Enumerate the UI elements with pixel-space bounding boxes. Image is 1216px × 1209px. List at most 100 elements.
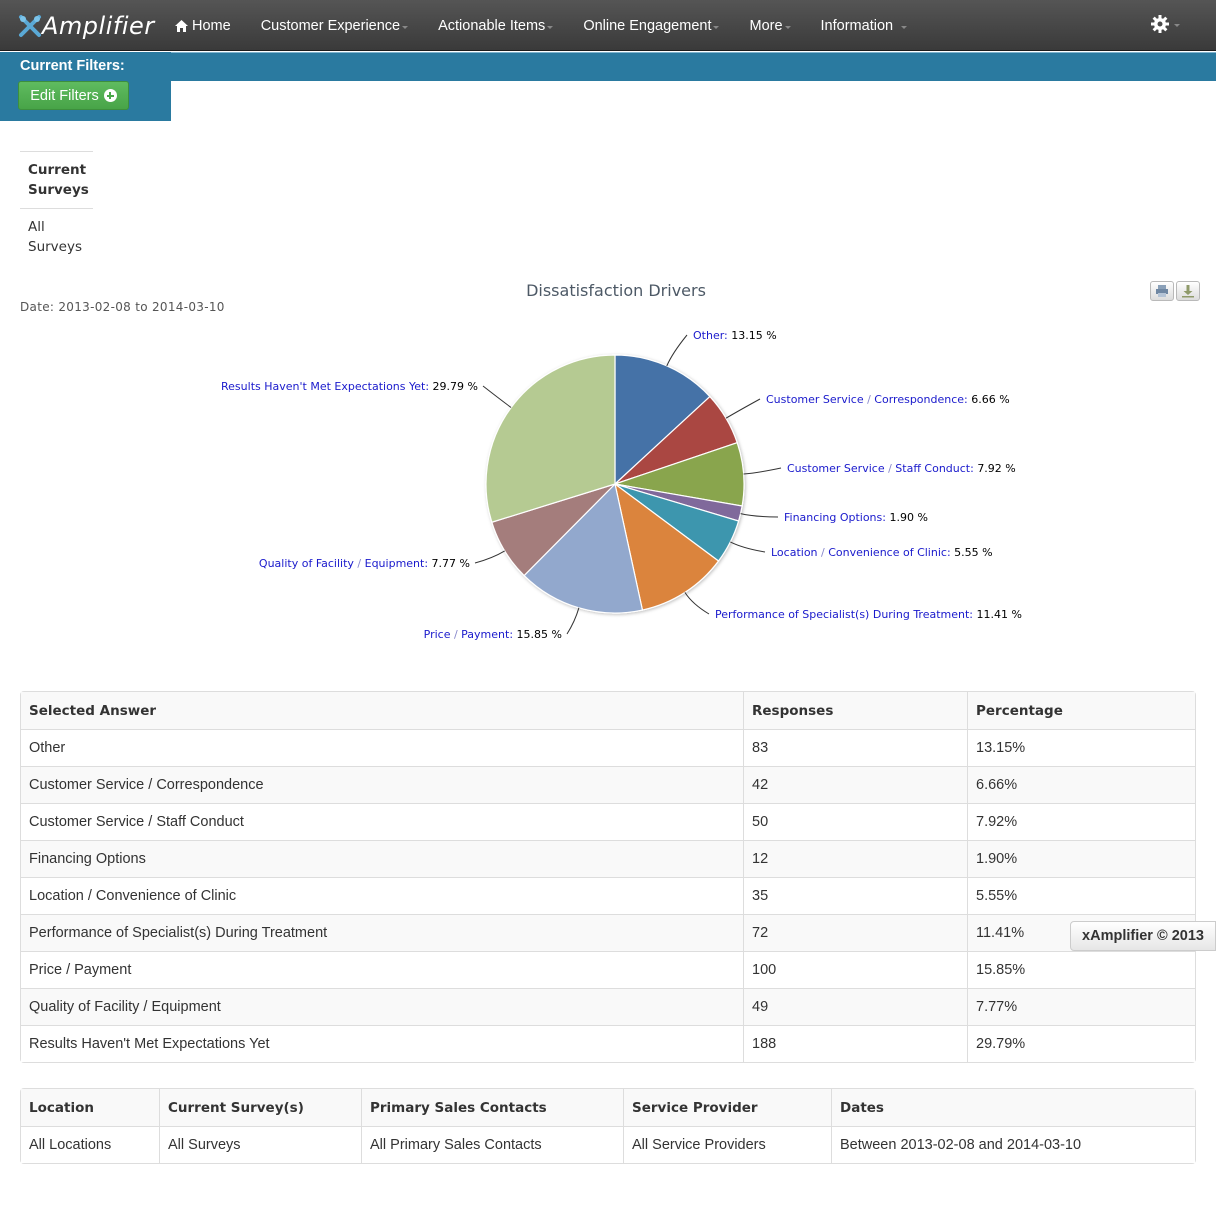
top-navbar: Amplifier Home Customer Experience Actio… bbox=[0, 0, 1216, 51]
pie-label-name: Location bbox=[771, 546, 818, 559]
pie-connector-line bbox=[566, 607, 580, 635]
pie-label-value: 7.77 % bbox=[432, 557, 470, 570]
download-chart-button[interactable] bbox=[1176, 281, 1200, 301]
nav-information-label: Information bbox=[820, 17, 894, 34]
col-header-responses[interactable]: Responses bbox=[743, 692, 967, 729]
pie-label-value: 5.55 % bbox=[954, 546, 992, 559]
current-surveys-value[interactable]: All Surveys bbox=[20, 209, 93, 265]
pie-label-colon: : bbox=[970, 462, 977, 475]
table-row: Performance of Specialist(s) During Trea… bbox=[21, 914, 1195, 951]
col-header-primary-sales-contacts: Primary Sales Contacts bbox=[361, 1089, 623, 1126]
cell-percentage: 15.85% bbox=[967, 951, 1195, 988]
nav-customer-experience[interactable]: Customer Experience bbox=[246, 18, 423, 34]
pie-connector-line bbox=[474, 550, 505, 564]
pie-data-label: Location / Convenience of Clinic: 5.55 % bbox=[771, 546, 993, 559]
cell-answer: Results Haven't Met Expectations Yet bbox=[21, 1025, 743, 1062]
table-row: Price / Payment 100 15.85% bbox=[21, 951, 1195, 988]
x-logo-icon bbox=[19, 15, 41, 37]
col-header-selected-answer[interactable]: Selected Answer bbox=[21, 692, 743, 729]
pie-connector-line bbox=[666, 334, 688, 367]
results-table: Selected Answer Responses Percentage Oth… bbox=[20, 691, 1196, 1063]
cell-percentage: 1.90% bbox=[967, 840, 1195, 877]
col-header-dates: Dates bbox=[831, 1089, 1195, 1126]
cell-percentage: 7.77% bbox=[967, 988, 1195, 1025]
pie-connector-line bbox=[743, 467, 782, 475]
brand-logo[interactable]: Amplifier bbox=[18, 8, 155, 44]
pie-label-separator: / bbox=[864, 393, 875, 406]
pie-connector-line bbox=[684, 592, 710, 615]
nav-actionable-items[interactable]: Actionable Items bbox=[423, 18, 568, 34]
print-chart-button[interactable] bbox=[1150, 281, 1174, 301]
nav-information[interactable]: Information bbox=[806, 18, 923, 34]
cell-responses: 42 bbox=[743, 766, 967, 803]
pie-connector-line bbox=[725, 398, 761, 419]
settings-menu[interactable] bbox=[1150, 14, 1180, 34]
table-row: Other 83 13.15% bbox=[21, 729, 1195, 766]
table-row: Customer Service / Staff Conduct 50 7.92% bbox=[21, 803, 1195, 840]
pie-label-name: Price bbox=[424, 628, 451, 641]
results-header-row: Selected Answer Responses Percentage bbox=[21, 692, 1195, 729]
pie-label-colon: : bbox=[969, 608, 976, 621]
pie-label-name: Performance of Specialist(s) During Trea… bbox=[715, 608, 970, 621]
nav-more[interactable]: More bbox=[734, 18, 805, 34]
cell-answer: Price / Payment bbox=[21, 951, 743, 988]
cell-responses: 49 bbox=[743, 988, 967, 1025]
cell-service-provider: All Service Providers bbox=[623, 1126, 831, 1163]
caret-down-icon bbox=[713, 26, 720, 29]
caret-down-icon bbox=[901, 26, 908, 29]
cell-responses: 50 bbox=[743, 803, 967, 840]
pie-label-colon: : bbox=[425, 380, 432, 393]
pie-label-name: Customer Service bbox=[787, 462, 885, 475]
cell-percentage: 7.92% bbox=[967, 803, 1195, 840]
home-icon bbox=[175, 19, 188, 32]
cell-responses: 100 bbox=[743, 951, 967, 988]
pie-data-label: Other: 13.15 % bbox=[693, 329, 777, 342]
plus-circle-icon bbox=[103, 89, 117, 102]
cell-responses: 72 bbox=[743, 914, 967, 951]
cell-responses: 35 bbox=[743, 877, 967, 914]
pie-data-label: Results Haven't Met Expectations Yet: 29… bbox=[221, 380, 478, 393]
col-header-service-provider: Service Provider bbox=[623, 1089, 831, 1126]
pie-data-label: Quality of Facility / Equipment: 7.77 % bbox=[259, 557, 470, 570]
pie-data-label: Performance of Specialist(s) During Trea… bbox=[715, 608, 1022, 621]
print-icon bbox=[1156, 285, 1168, 297]
cell-answer: Performance of Specialist(s) During Trea… bbox=[21, 914, 743, 951]
main-nav: Home Customer Experience Actionable Item… bbox=[160, 0, 922, 51]
nav-home[interactable]: Home bbox=[160, 18, 246, 34]
cell-answer: Customer Service / Staff Conduct bbox=[21, 803, 743, 840]
caret-down-icon bbox=[1174, 23, 1180, 27]
current-surveys-panel: Current Surveys All Surveys bbox=[20, 151, 93, 265]
pie-label-value: 13.15 % bbox=[731, 329, 776, 342]
cell-answer: Customer Service / Correspondence bbox=[21, 766, 743, 803]
pie-label-name: Results Haven't Met Expectations Yet bbox=[221, 380, 426, 393]
table-row: Results Haven't Met Expectations Yet 188 2… bbox=[21, 1025, 1195, 1062]
pie-label-name: Staff Conduct bbox=[895, 462, 970, 475]
table-row: Financing Options 12 1.90% bbox=[21, 840, 1195, 877]
nav-online-engagement[interactable]: Online Engagement bbox=[568, 18, 734, 34]
pie-connector-line bbox=[730, 541, 766, 553]
gear-icon bbox=[1151, 15, 1169, 33]
col-header-percentage[interactable]: Percentage bbox=[967, 692, 1195, 729]
pie-connector-line bbox=[740, 513, 779, 518]
cell-answer: Financing Options bbox=[21, 840, 743, 877]
pie-data-label: Financing Options: 1.90 % bbox=[784, 511, 928, 524]
pie-label-value: 11.41 % bbox=[977, 608, 1022, 621]
brand-name: Amplifier bbox=[42, 12, 155, 40]
pie-label-value: 1.90 % bbox=[889, 511, 927, 524]
pie-chart: Other: 13.15 % Customer Service / Corresp… bbox=[221, 329, 1022, 641]
copyright-badge: xAmplifier © 2013 bbox=[1070, 921, 1216, 951]
pie-label-name: Other bbox=[693, 329, 725, 342]
col-header-location: Location bbox=[21, 1089, 159, 1126]
pie-label-colon: : bbox=[724, 329, 731, 342]
pie-label-name: Correspondence bbox=[874, 393, 964, 406]
pie-label-colon: : bbox=[424, 557, 431, 570]
nav-online-engagement-label: Online Engagement bbox=[583, 17, 712, 34]
pie-label-separator: / bbox=[885, 462, 896, 475]
pie-label-value: 6.66 % bbox=[971, 393, 1009, 406]
cell-responses: 83 bbox=[743, 729, 967, 766]
pie-data-label: Price / Payment: 15.85 % bbox=[424, 628, 562, 641]
chart-title: Dissatisfaction Drivers bbox=[526, 281, 706, 300]
download-icon bbox=[1182, 285, 1194, 298]
edit-filters-button[interactable]: Edit Filters bbox=[18, 81, 129, 110]
cell-responses: 188 bbox=[743, 1025, 967, 1062]
